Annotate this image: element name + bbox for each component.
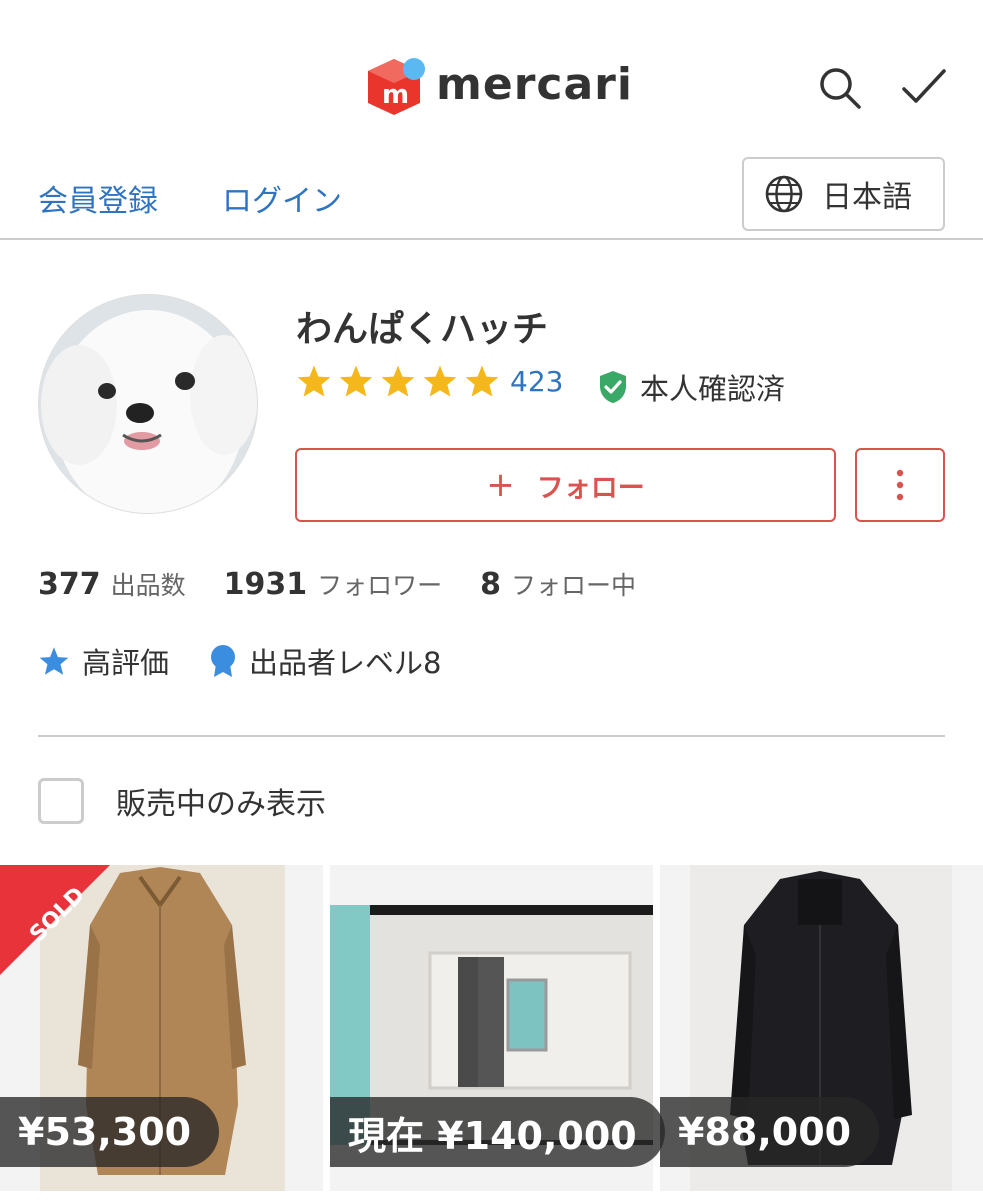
on-sale-only-checkbox[interactable] bbox=[38, 778, 84, 824]
sold-ribbon: SOLD bbox=[0, 865, 110, 975]
follow-label: フォロー bbox=[536, 472, 645, 504]
following-label: フォロー中 bbox=[511, 571, 637, 600]
plus-icon: + bbox=[486, 465, 515, 505]
item-price-tag: 現在 ¥140,000 bbox=[330, 1097, 665, 1167]
item-price-tag: ¥88,000 bbox=[660, 1097, 880, 1167]
globe-icon bbox=[765, 175, 803, 213]
following-count[interactable]: 8 bbox=[480, 567, 501, 602]
more-options-button[interactable] bbox=[855, 448, 945, 522]
seller-level-label: 出品者レベル8 bbox=[249, 646, 442, 680]
more-vertical-icon bbox=[896, 469, 904, 501]
star-icon bbox=[297, 365, 331, 397]
rating[interactable]: 423 bbox=[296, 364, 563, 398]
star-icon bbox=[339, 365, 373, 397]
section-divider bbox=[38, 735, 945, 737]
dog-avatar-image bbox=[39, 295, 257, 513]
star-icon bbox=[39, 647, 69, 675]
item-price: 現在 ¥140,000 bbox=[348, 1113, 637, 1158]
logo-text: mercari bbox=[436, 58, 633, 110]
shield-check-icon bbox=[600, 371, 626, 403]
username: わんぱくハッチ bbox=[296, 309, 549, 350]
item-price: ¥53,300 bbox=[18, 1110, 192, 1154]
star-icon bbox=[381, 365, 415, 397]
medal-icon bbox=[211, 645, 236, 677]
avatar bbox=[38, 294, 258, 514]
on-sale-only-label: 販売中のみ表示 bbox=[116, 787, 326, 822]
item-price: ¥88,000 bbox=[678, 1110, 852, 1154]
language-label: 日本語 bbox=[822, 180, 912, 215]
follow-button[interactable]: + フォロー bbox=[295, 448, 836, 522]
high-rating-label: 高評価 bbox=[82, 646, 170, 680]
logo-mark-letter: m bbox=[382, 80, 409, 110]
followers-count[interactable]: 1931 bbox=[224, 567, 308, 602]
mercari-logo[interactable]: m mercari bbox=[362, 55, 633, 119]
search-icon bbox=[820, 68, 861, 109]
followers-label: フォロワー bbox=[317, 571, 443, 600]
verified-label: 本人確認済 bbox=[640, 372, 786, 406]
star-icon bbox=[423, 365, 457, 397]
language-button[interactable]: 日本語 bbox=[742, 157, 945, 231]
seller-badges: 高評価 出品者レベル8 bbox=[38, 640, 441, 682]
on-sale-only-filter[interactable]: 販売中のみ表示 bbox=[38, 778, 326, 824]
header: m mercari bbox=[0, 0, 983, 150]
search-button[interactable] bbox=[812, 60, 868, 116]
check-icon bbox=[902, 69, 946, 103]
rating-count[interactable]: 423 bbox=[510, 365, 563, 398]
signup-link[interactable]: 会員登録 bbox=[38, 176, 158, 220]
top-nav: 会員登録 ログイン 日本語 bbox=[0, 150, 983, 240]
logo-mark-icon: m bbox=[362, 55, 426, 119]
profile-stats: 377 出品数 1931 フォロワー 8 フォロー中 bbox=[38, 566, 636, 602]
login-link[interactable]: ログイン bbox=[222, 176, 342, 220]
listings-label: 出品数 bbox=[110, 571, 186, 600]
item-price-tag: ¥53,300 bbox=[0, 1097, 220, 1167]
todo-check-button[interactable] bbox=[896, 58, 952, 114]
listings-count[interactable]: 377 bbox=[38, 567, 101, 602]
star-icon bbox=[465, 365, 499, 397]
verified-badge: 本人確認済 bbox=[598, 366, 785, 408]
